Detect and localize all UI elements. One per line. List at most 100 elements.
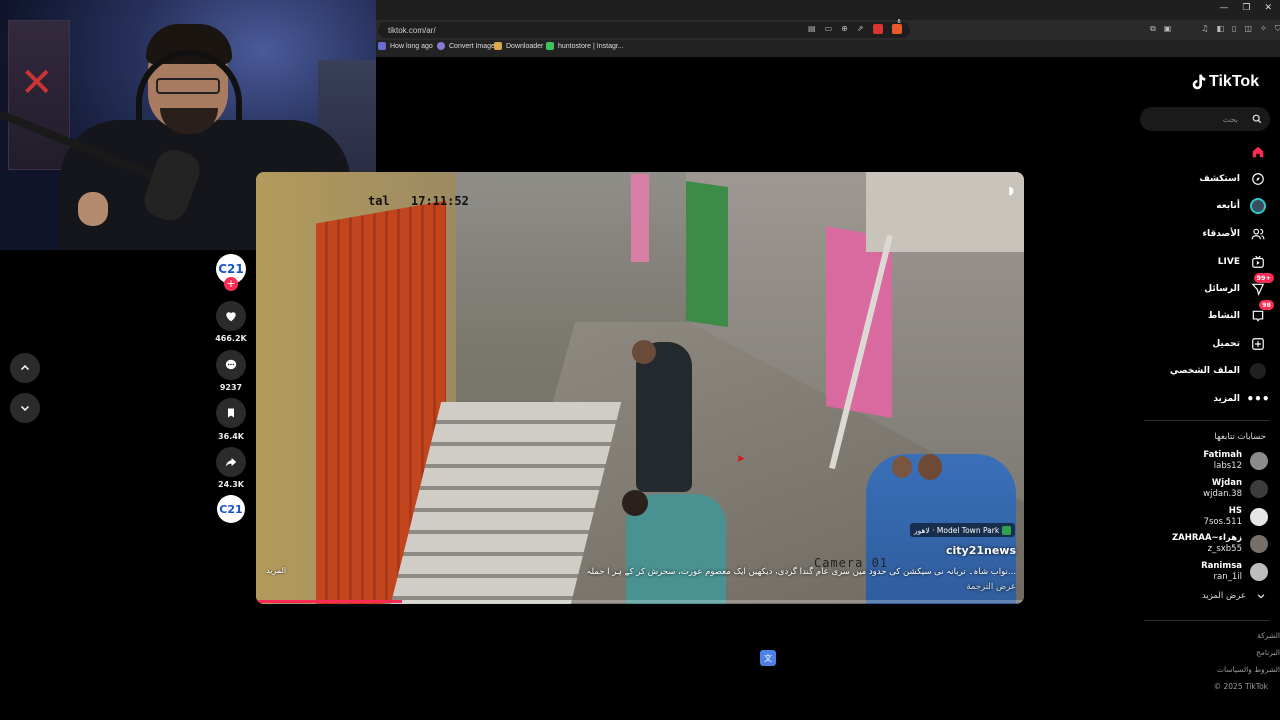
bookmark-item[interactable]: Downloader: [494, 42, 543, 50]
comment-icon: [225, 359, 237, 370]
vpn-icon[interactable]: ⛉: [1275, 24, 1280, 34]
bookmark-icon: [494, 42, 502, 50]
share-count: 24.3K: [218, 480, 244, 489]
footer-link[interactable]: الشروط والسياسات: [1217, 665, 1280, 674]
nav-home[interactable]: [1240, 144, 1266, 160]
comment-button[interactable]: [216, 350, 246, 380]
share-button[interactable]: [216, 447, 246, 477]
following-accounts-title: حسابات تتابعها: [1214, 432, 1266, 442]
chevron-down-icon: [20, 405, 30, 412]
video-progress-fill: [256, 600, 402, 603]
search-input[interactable]: بحث: [1140, 107, 1270, 131]
cast-icon[interactable]: ▭: [825, 24, 833, 36]
tiktok-note-icon: [1192, 74, 1206, 90]
wallet-icon[interactable]: ◫: [1244, 24, 1252, 34]
cctv-timestamp: 17:11:52: [411, 194, 469, 208]
sidebar-icon[interactable]: ◧: [1216, 24, 1224, 34]
follow-plus-icon[interactable]: +: [224, 277, 238, 291]
followed-account[interactable]: ZAHRAA~زهراء z_sxb55: [1172, 533, 1268, 555]
bookmarks-icon[interactable]: ▯: [1232, 24, 1236, 34]
author-name[interactable]: city21news: [946, 544, 1016, 557]
reader-icon[interactable]: ▤: [808, 24, 816, 36]
bookmark-icon: [228, 408, 234, 418]
location-text: لاهور · Model Town Park: [914, 525, 1000, 535]
comment-count: 9237: [219, 383, 243, 392]
green-door: [686, 181, 728, 327]
location-pin-icon: [1002, 525, 1012, 535]
nav-following[interactable]: أتابعه: [1216, 198, 1266, 214]
nav-upload[interactable]: تحميل: [1212, 336, 1266, 352]
pink-door: [631, 174, 649, 262]
footer-link[interactable]: الشركة: [1257, 631, 1280, 640]
nav-label: الملف الشخصي: [1169, 366, 1240, 376]
nav-label: تحميل: [1212, 339, 1240, 349]
translate-icon[interactable]: 文: [760, 650, 776, 666]
location-tag[interactable]: لاهور · Model Town Park: [910, 523, 1016, 537]
messages-icon: 99+: [1250, 273, 1274, 297]
footer-copyright: © 2025 TikTok: [1213, 682, 1268, 691]
nav-more[interactable]: المزيد •••: [1213, 391, 1269, 407]
friends-icon: [1250, 226, 1266, 242]
video-progress-track[interactable]: [256, 600, 1024, 603]
music-icon[interactable]: ♫: [1201, 24, 1208, 34]
see-more-button[interactable]: عرض المزيد: [1202, 591, 1266, 601]
bookmark-icon: [546, 42, 554, 50]
followed-account[interactable]: HS 7sos.511: [1204, 506, 1268, 528]
translate-link[interactable]: عرض الترجمة: [966, 582, 1016, 592]
followed-account[interactable]: Ranimsa ran_1il: [1201, 561, 1268, 583]
bookmark-icon: [378, 42, 386, 50]
rewards-badge: 6: [897, 19, 901, 25]
home-icon: [1250, 144, 1266, 160]
nav-label: الرسائل: [1204, 284, 1240, 294]
extension-icon[interactable]: ⧉: [1150, 24, 1156, 34]
address-bar-actions: ▤ ▭ ⊕ ⇗ 6: [808, 19, 902, 36]
video-more-button[interactable]: المزيد: [266, 566, 286, 575]
next-video-button[interactable]: [10, 393, 40, 423]
like-button[interactable]: [216, 301, 246, 331]
nav-messages[interactable]: الرسائل 99+: [1204, 273, 1274, 297]
nav-label: أتابعه: [1216, 201, 1240, 211]
restore-icon[interactable]: ❐: [1242, 3, 1250, 13]
pip-icon[interactable]: ◗: [1008, 184, 1014, 197]
nav-live[interactable]: LIVE: [1218, 254, 1266, 270]
share-icon[interactable]: ⇗: [857, 24, 864, 36]
bookmark-item[interactable]: Convert Image: [437, 42, 495, 50]
rewards-icon[interactable]: 6: [891, 19, 902, 36]
save-count: 36.4K: [218, 432, 244, 441]
upload-icon: [1250, 336, 1266, 352]
bookmark-item[interactable]: How long ago: [378, 42, 433, 50]
avatar: [1250, 452, 1268, 470]
leo-icon[interactable]: ✧: [1260, 24, 1267, 34]
divider: [1144, 420, 1270, 421]
save-button[interactable]: [216, 398, 246, 428]
cctv-prefix: tal: [368, 194, 390, 208]
nav-profile[interactable]: الملف الشخصي: [1170, 363, 1266, 379]
nav-activity[interactable]: النشاط 98: [1208, 300, 1274, 324]
zoom-icon[interactable]: ⊕: [841, 24, 848, 36]
sound-avatar[interactable]: C21: [217, 495, 245, 523]
minimize-icon[interactable]: —: [1219, 3, 1228, 13]
glasses: [156, 78, 220, 94]
person-head: [892, 456, 912, 478]
bookmark-item[interactable]: huntostore | Instagr...: [546, 42, 624, 50]
nav-explore[interactable]: استكشف: [1199, 171, 1266, 187]
followed-account[interactable]: Wjdan wjdan.38: [1203, 478, 1268, 500]
activity-icon: 98: [1250, 300, 1274, 324]
window-controls: — ❐ ✕: [1219, 3, 1272, 13]
like-count: 466.2K: [215, 334, 247, 343]
nav-friends[interactable]: الأصدقاء: [1202, 226, 1266, 242]
search-icon[interactable]: [1252, 114, 1262, 124]
brave-shield-icon[interactable]: [872, 24, 883, 36]
tiktok-logo[interactable]: TikTok: [1190, 73, 1259, 91]
bookmark-icon: [437, 42, 445, 50]
video-player[interactable]: tal 17:11:52 Camera 01 ➤ ◗ المزيد لاهور …: [256, 172, 1024, 604]
avatar: [1250, 480, 1268, 498]
tab-icon[interactable]: ▣: [1164, 24, 1172, 34]
close-icon[interactable]: ✕: [1264, 3, 1272, 13]
previous-video-button[interactable]: [10, 353, 40, 383]
footer-link[interactable]: البرنامج: [1256, 648, 1280, 657]
mouse-cursor-icon: ➤: [736, 452, 746, 465]
followed-account[interactable]: Fatimah labs12: [1203, 450, 1268, 472]
avatar: [1250, 508, 1268, 526]
search-placeholder: بحث: [1222, 114, 1238, 124]
